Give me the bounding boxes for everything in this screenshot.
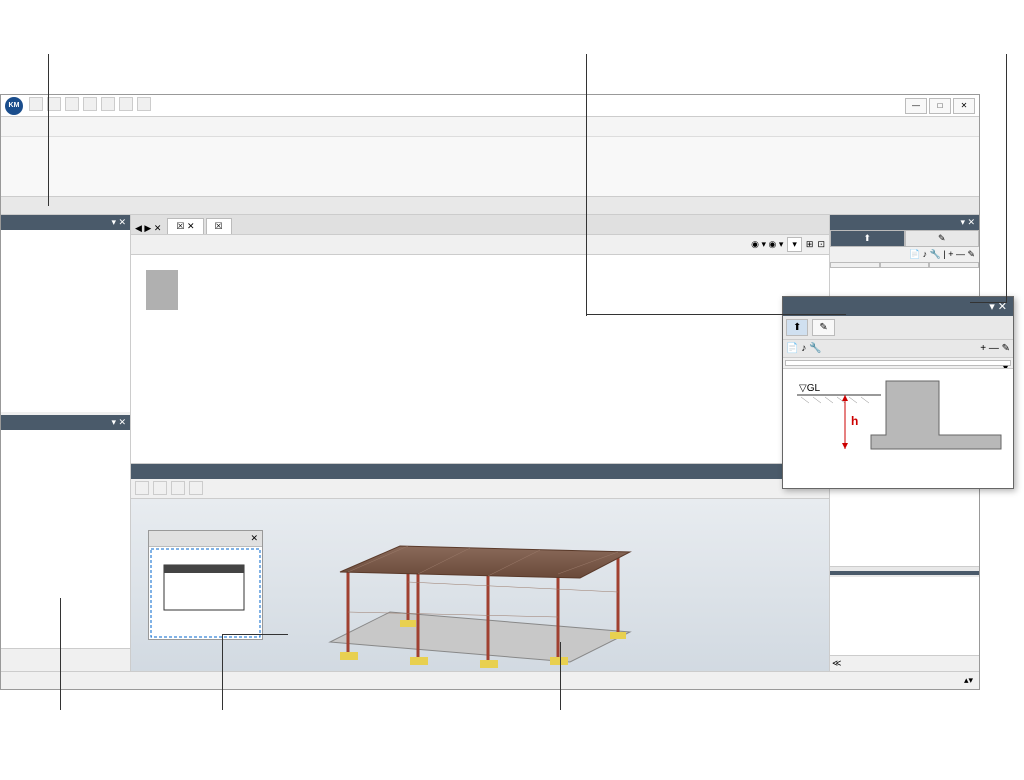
drawing-tabs: ◀ ▶ ✕ ☒ ✕ ☒ xyxy=(131,215,829,235)
panel-close-icon[interactable]: ▾ ✕ xyxy=(960,217,975,228)
ribbon xyxy=(1,137,979,197)
floorplan-badge xyxy=(146,270,178,310)
3d-building-icon xyxy=(290,502,670,682)
tree-search-input[interactable] xyxy=(1,648,130,653)
qa-btn[interactable] xyxy=(119,97,133,111)
svg-text:h: h xyxy=(851,414,858,428)
maximize-button[interactable]: □ xyxy=(929,98,951,114)
panel-close-icon[interactable]: ▾ ✕ xyxy=(111,217,126,228)
menubar xyxy=(1,117,979,137)
3d-tool-icon[interactable] xyxy=(189,481,203,495)
qa-undo-icon[interactable] xyxy=(47,97,61,111)
foundation-diagram: ▽GL h xyxy=(783,368,1013,488)
prop-tab-ref[interactable]: ✎ xyxy=(905,230,980,247)
fontsize-label: ▴▾ xyxy=(964,675,973,686)
tab-1frame[interactable]: ☒ xyxy=(206,218,232,234)
sub-toolbar xyxy=(1,197,979,215)
levels-select[interactable]: ▾ xyxy=(787,237,802,252)
tab-1f[interactable]: ☒ ✕ xyxy=(167,218,203,234)
close-button[interactable]: ✕ xyxy=(953,98,975,114)
statusbar: ▴▾ xyxy=(1,671,979,689)
tree-menu-panel: ▾ ✕ xyxy=(1,415,130,671)
svg-text:▽GL: ▽GL xyxy=(799,383,820,394)
keyplan-window[interactable]: ✕ xyxy=(148,530,263,640)
qa-btn[interactable] xyxy=(83,97,97,111)
floorplan-drawing[interactable] xyxy=(131,255,829,463)
3d-tool-icon[interactable] xyxy=(135,481,149,495)
3d-tool-icon[interactable] xyxy=(153,481,167,495)
view-btn-icon[interactable]: ⊡ xyxy=(817,239,825,250)
dlg-tab-ref[interactable]: ✎ xyxy=(812,319,834,336)
keyplan-close-icon[interactable]: ✕ xyxy=(250,533,258,544)
qa-save-icon[interactable] xyxy=(29,97,43,111)
prop-tab-place[interactable]: ⬆ xyxy=(830,230,905,247)
foundation-type-select[interactable]: ▾ xyxy=(785,360,1011,366)
qa-btn[interactable] xyxy=(137,97,151,111)
qa-btn[interactable] xyxy=(101,97,115,111)
qa-redo-icon[interactable] xyxy=(65,97,79,111)
dlg-tab-place[interactable]: ⬆ xyxy=(786,319,808,336)
part-list-panel: ▾ ✕ xyxy=(1,215,130,415)
property-dialog[interactable]: ▾ ✕ ⬆ ✎ 📄 ♪ 🔧 + — ✎ ▾ ▽GL h xyxy=(782,296,1014,489)
app-logo: KM xyxy=(5,97,23,115)
keyplan-thumbnail xyxy=(149,547,262,639)
minimize-button[interactable]: — xyxy=(905,98,927,114)
drawing-controls: ◉ ▾ ◉ ▾ ▾ ⊞ ⊡ xyxy=(131,235,829,255)
view-btn-icon[interactable]: ⊞ xyxy=(806,239,814,250)
titlebar: KM — □ ✕ xyxy=(1,95,979,117)
3d-tool-icon[interactable] xyxy=(171,481,185,495)
panel-close-icon[interactable]: ▾ ✕ xyxy=(111,417,126,428)
